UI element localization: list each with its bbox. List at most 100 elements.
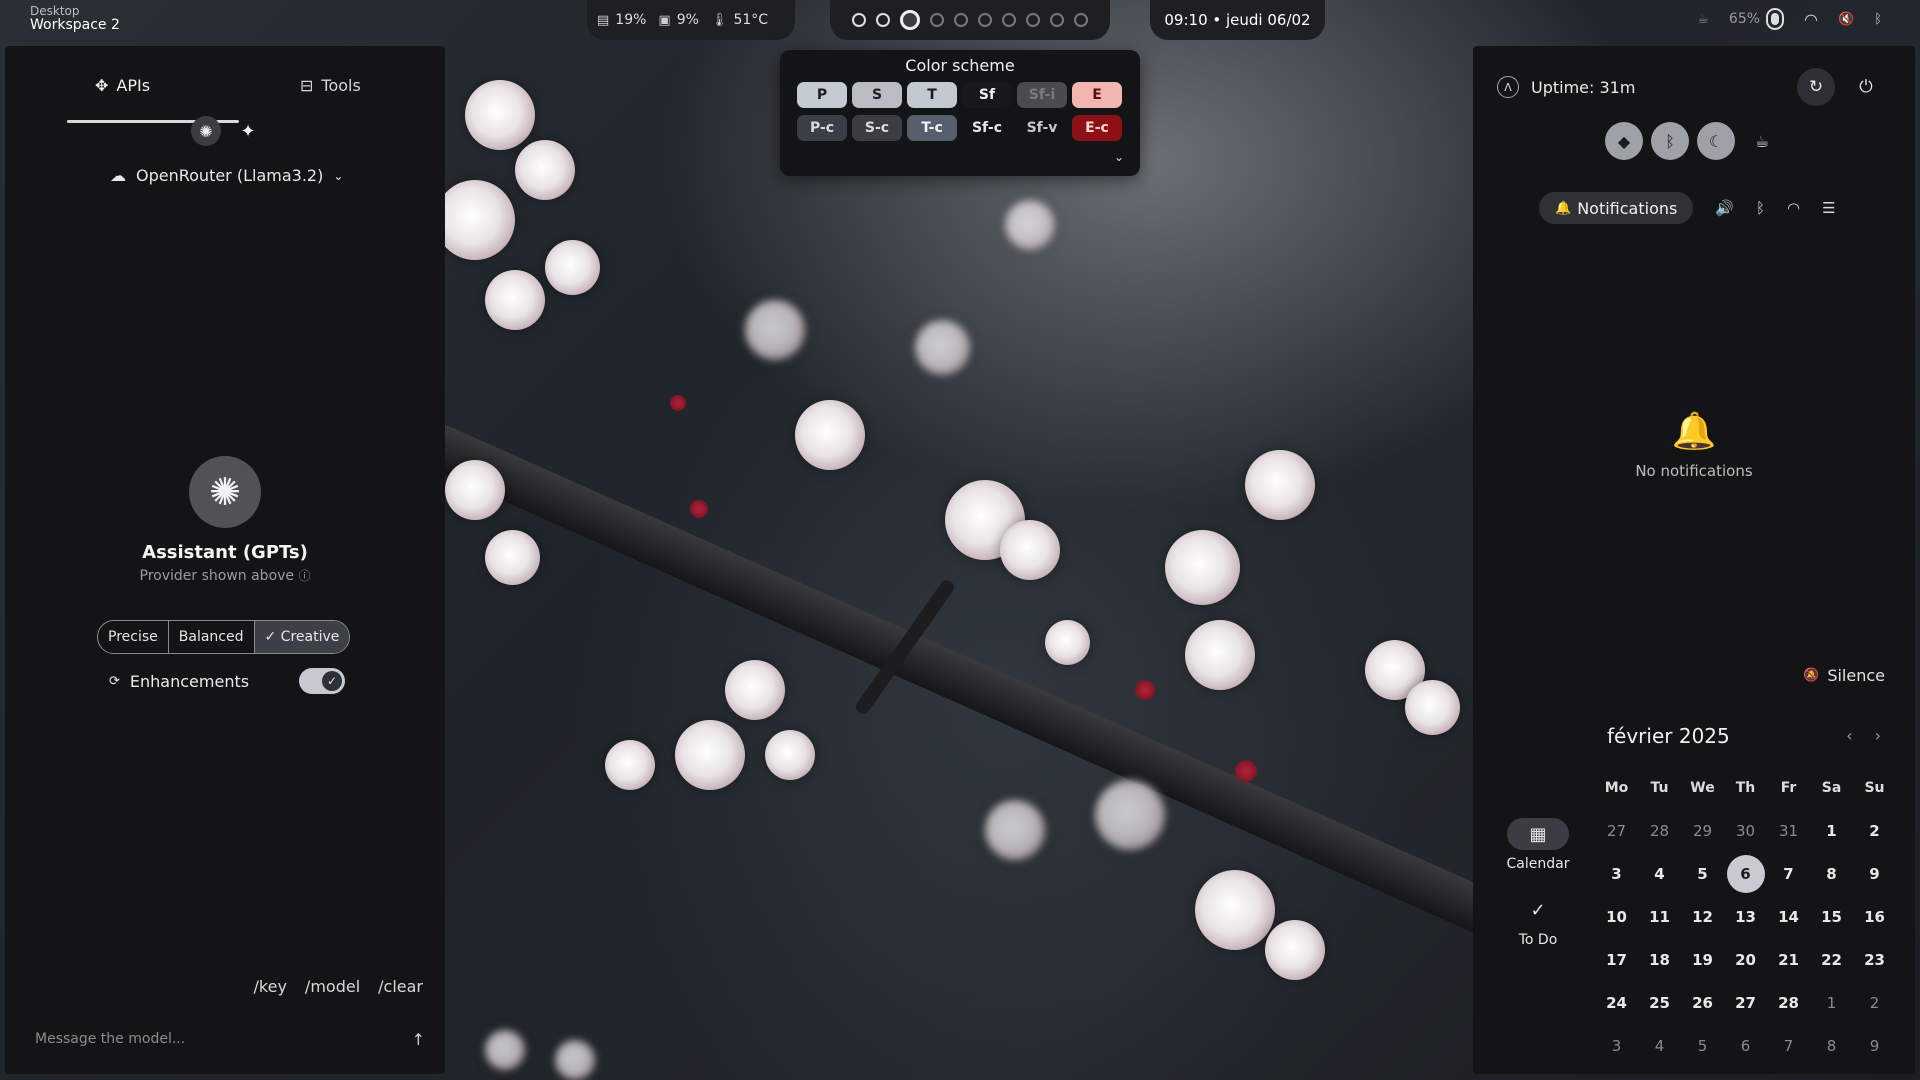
workspace-dot-2[interactable] bbox=[876, 13, 890, 27]
chip-surface-inverse[interactable]: Sf-i bbox=[1017, 82, 1067, 108]
calendar-day[interactable]: 19 bbox=[1681, 938, 1724, 981]
calendar-day[interactable]: 3 bbox=[1595, 1024, 1638, 1067]
model-selector[interactable]: ☁ OpenRouter (Llama3.2) ⌄ bbox=[110, 166, 343, 185]
calendar-day[interactable]: 8 bbox=[1810, 852, 1853, 895]
chip-surface-variant[interactable]: Sf-v bbox=[1017, 115, 1067, 141]
calendar-day[interactable]: 13 bbox=[1724, 895, 1767, 938]
workspace-dot-5[interactable] bbox=[954, 13, 968, 27]
option-creative[interactable]: ✓ Creative bbox=[254, 621, 350, 653]
clock[interactable]: 09:10 • jeudi 06/02 bbox=[1150, 0, 1325, 40]
calendar-day[interactable]: 26 bbox=[1681, 981, 1724, 1024]
calendar-day[interactable]: 22 bbox=[1810, 938, 1853, 981]
tab-bluetooth[interactable]: ᛒ bbox=[1756, 199, 1765, 217]
calendar-day[interactable]: 8 bbox=[1810, 1024, 1853, 1067]
calendar-month[interactable]: février 2025 bbox=[1607, 724, 1730, 748]
calendar-day[interactable]: 25 bbox=[1638, 981, 1681, 1024]
calendar-day[interactable]: 16 bbox=[1853, 895, 1896, 938]
chip-primary-container[interactable]: P-c bbox=[797, 115, 847, 141]
chevron-down-icon[interactable]: ⌄ bbox=[1114, 150, 1124, 164]
workspace-dot-1[interactable] bbox=[852, 13, 866, 27]
calendar-day[interactable]: 28 bbox=[1638, 809, 1681, 852]
reload-button[interactable]: ↻ bbox=[1797, 68, 1835, 106]
message-input[interactable] bbox=[35, 1031, 365, 1047]
calendar-day[interactable]: 5 bbox=[1681, 1024, 1724, 1067]
night-light-toggle[interactable]: ☾ bbox=[1697, 122, 1735, 160]
chip-primary[interactable]: P bbox=[797, 82, 847, 108]
calendar-day[interactable]: 31 bbox=[1767, 809, 1810, 852]
calendar-day[interactable]: 10 bbox=[1595, 895, 1638, 938]
calendar-day[interactable]: 11 bbox=[1638, 895, 1681, 938]
tab-notifications[interactable]: 🔔 Notifications bbox=[1539, 192, 1694, 224]
calendar-day[interactable]: 12 bbox=[1681, 895, 1724, 938]
battery[interactable]: 65% bbox=[1729, 8, 1785, 30]
workspace-dot-3-active[interactable] bbox=[900, 10, 920, 30]
chip-tertiary[interactable]: T bbox=[907, 82, 957, 108]
calendar-day[interactable]: 9 bbox=[1853, 852, 1896, 895]
calendar-day[interactable]: 24 bbox=[1595, 981, 1638, 1024]
calendar-day[interactable]: 28 bbox=[1767, 981, 1810, 1024]
chip-secondary[interactable]: S bbox=[852, 82, 902, 108]
tab-tools[interactable]: ⊟ Tools bbox=[300, 68, 361, 102]
calendar-day[interactable]: 23 bbox=[1853, 938, 1896, 981]
option-balanced[interactable]: Balanced bbox=[169, 621, 255, 653]
volume-muted-icon[interactable]: 🔇 bbox=[1838, 12, 1854, 27]
tab-todo[interactable]: ✓ To Do bbox=[1503, 894, 1573, 949]
calendar-day[interactable]: 5 bbox=[1681, 852, 1724, 895]
idle-inhibitor-toggle[interactable]: ☕ bbox=[1743, 122, 1781, 160]
calendar-day[interactable]: 1 bbox=[1810, 981, 1853, 1024]
calendar-day[interactable]: 3 bbox=[1595, 852, 1638, 895]
send-arrow-icon[interactable]: ↑ bbox=[412, 1030, 425, 1049]
enhancements-toggle[interactable] bbox=[299, 668, 345, 694]
workspace-dot-8[interactable] bbox=[1026, 13, 1040, 27]
calendar-day[interactable]: 4 bbox=[1638, 852, 1681, 895]
wifi-icon[interactable]: ◠ bbox=[1804, 10, 1818, 29]
calendar-day[interactable]: 4 bbox=[1638, 1024, 1681, 1067]
calendar-day[interactable]: 2 bbox=[1853, 809, 1896, 852]
chip-error[interactable]: E bbox=[1072, 82, 1122, 108]
calendar-day[interactable]: 2 bbox=[1853, 981, 1896, 1024]
chip-secondary-container[interactable]: S-c bbox=[852, 115, 902, 141]
workspace-label[interactable]: Desktop Workspace 2 bbox=[30, 4, 120, 32]
workspace-dot-7[interactable] bbox=[1002, 13, 1016, 27]
calendar-day[interactable]: 7 bbox=[1767, 1024, 1810, 1067]
bluetooth-toggle[interactable]: ᛒ bbox=[1651, 122, 1689, 160]
workspace-dot-6[interactable] bbox=[978, 13, 992, 27]
tab-wifi[interactable]: ◠ bbox=[1787, 199, 1800, 217]
calendar-day[interactable]: 27 bbox=[1595, 809, 1638, 852]
gemini-icon[interactable]: ✦ bbox=[233, 116, 263, 146]
tab-calendar[interactable]: ▦ Calendar bbox=[1503, 818, 1573, 872]
chip-surface-container[interactable]: Sf-c bbox=[962, 115, 1012, 141]
calendar-day[interactable]: 7 bbox=[1767, 852, 1810, 895]
calendar-day[interactable]: 30 bbox=[1724, 809, 1767, 852]
calendar-day[interactable]: 29 bbox=[1681, 809, 1724, 852]
calendar-day[interactable]: 1 bbox=[1810, 809, 1853, 852]
openai-icon[interactable]: ✺ bbox=[191, 116, 221, 146]
chevron-left-icon[interactable]: ‹ bbox=[1846, 726, 1852, 745]
calendar-day[interactable]: 6 bbox=[1724, 1024, 1767, 1067]
calendar-day[interactable]: 9 bbox=[1853, 1024, 1896, 1067]
calendar-day[interactable]: 27 bbox=[1724, 981, 1767, 1024]
chip-error-container[interactable]: E-c bbox=[1072, 115, 1122, 141]
command-model[interactable]: /model bbox=[305, 977, 360, 996]
workspace-dot-4[interactable] bbox=[930, 13, 944, 27]
workspace-dot-9[interactable] bbox=[1050, 13, 1064, 27]
chip-tertiary-container[interactable]: T-c bbox=[907, 115, 957, 141]
workspace-dot-10[interactable] bbox=[1074, 13, 1088, 27]
tab-apis[interactable]: ✥ APIs bbox=[95, 68, 150, 102]
idle-inhibit-icon[interactable]: ☕ bbox=[1697, 12, 1709, 27]
tab-audio[interactable]: 🔊 bbox=[1715, 199, 1734, 217]
calendar-day[interactable]: 17 bbox=[1595, 938, 1638, 981]
calendar-day[interactable]: 21 bbox=[1767, 938, 1810, 981]
info-icon[interactable]: ⓘ bbox=[298, 569, 310, 583]
calendar-day[interactable]: 14 bbox=[1767, 895, 1810, 938]
chip-surface[interactable]: Sf bbox=[962, 82, 1012, 108]
bluetooth-icon[interactable]: ᛒ bbox=[1874, 12, 1882, 27]
resources-pill[interactable]: ▤ 19% ▣ 9% 🌡 51°C bbox=[587, 0, 795, 40]
calendar-day[interactable]: 15 bbox=[1810, 895, 1853, 938]
command-clear[interactable]: /clear bbox=[378, 977, 423, 996]
wifi-toggle[interactable]: ◆ bbox=[1605, 122, 1643, 160]
silence-button[interactable]: 🔕 Silence bbox=[1803, 666, 1885, 685]
power-button[interactable]: ⏻ bbox=[1847, 68, 1885, 106]
calendar-day[interactable]: 20 bbox=[1724, 938, 1767, 981]
option-precise[interactable]: Precise bbox=[98, 621, 169, 653]
